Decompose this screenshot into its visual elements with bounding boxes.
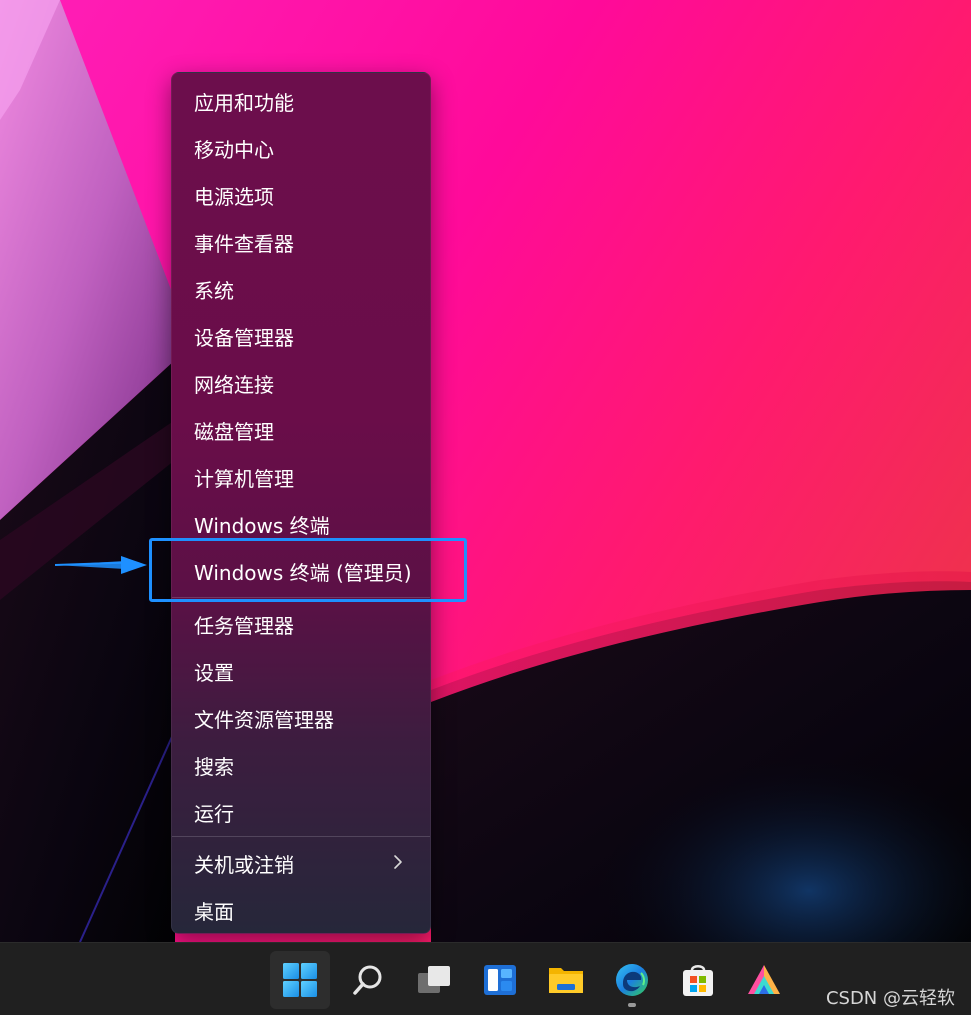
menu-item-label: 电源选项 <box>194 184 274 209</box>
menu-item-label: 移动中心 <box>194 137 274 162</box>
edge-button[interactable] <box>602 951 662 1009</box>
menu-item-label: 任务管理器 <box>194 613 294 638</box>
start-button[interactable] <box>270 951 330 1009</box>
menu-item-label: 应用和功能 <box>194 90 294 115</box>
menu-item-network-connections[interactable]: 网络连接 <box>172 361 430 405</box>
search-button[interactable] <box>338 951 398 1009</box>
task-view-button[interactable] <box>404 951 464 1009</box>
desktop-wallpaper <box>0 0 971 942</box>
menu-item-label: 磁盘管理 <box>194 419 274 444</box>
app-button[interactable] <box>734 951 794 1009</box>
menu-item-computer-management[interactable]: 计算机管理 <box>172 455 430 499</box>
menu-item-task-manager[interactable]: 任务管理器 <box>172 602 430 646</box>
widgets-button[interactable] <box>470 951 530 1009</box>
menu-item-label: 文件资源管理器 <box>194 707 334 732</box>
highlight-box <box>149 538 467 602</box>
menu-item-file-explorer[interactable]: 文件资源管理器 <box>172 696 430 740</box>
microsoft-store-icon <box>683 965 713 996</box>
app-icon <box>748 965 780 994</box>
task-view-icon <box>418 966 450 993</box>
menu-separator <box>172 836 430 837</box>
quick-link-context-menu: 应用和功能 移动中心 电源选项 事件查看器 系统 设备管理器 网络连接 磁盘管理… <box>171 72 431 934</box>
menu-item-label: 关机或注销 <box>194 852 294 877</box>
widgets-icon <box>484 965 516 995</box>
menu-item-apps-features[interactable]: 应用和功能 <box>172 79 430 123</box>
menu-item-label: 桌面 <box>194 899 234 924</box>
menu-item-settings[interactable]: 设置 <box>172 649 430 693</box>
pointer-arrow-icon <box>55 556 147 574</box>
watermark: CSDN @云轻软 <box>825 988 955 1009</box>
microsoft-store-button[interactable] <box>668 951 728 1009</box>
menu-item-label: 网络连接 <box>194 372 274 397</box>
file-explorer-button[interactable] <box>536 951 596 1009</box>
menu-item-label: 设置 <box>194 660 234 685</box>
menu-item-search[interactable]: 搜索 <box>172 743 430 787</box>
file-explorer-icon <box>549 968 583 993</box>
menu-item-label: 系统 <box>194 278 234 303</box>
menu-item-disk-management[interactable]: 磁盘管理 <box>172 408 430 452</box>
menu-item-run[interactable]: 运行 <box>172 790 430 834</box>
menu-item-power-options[interactable]: 电源选项 <box>172 173 430 217</box>
menu-item-shutdown-signout[interactable]: 关机或注销 <box>172 841 430 885</box>
chevron-right-icon <box>394 855 402 869</box>
menu-item-label: 设备管理器 <box>194 325 294 350</box>
menu-item-mobility-center[interactable]: 移动中心 <box>172 126 430 170</box>
menu-item-label: Windows 终端 <box>194 513 330 538</box>
menu-item-label: 计算机管理 <box>194 466 294 491</box>
menu-item-device-manager[interactable]: 设备管理器 <box>172 314 430 358</box>
menu-item-system[interactable]: 系统 <box>172 267 430 311</box>
running-indicator <box>628 1003 636 1007</box>
menu-item-desktop[interactable]: 桌面 <box>172 888 430 932</box>
desktop-screen: 应用和功能 移动中心 电源选项 事件查看器 系统 设备管理器 网络连接 磁盘管理… <box>0 0 971 1015</box>
menu-item-label: 运行 <box>194 801 234 826</box>
taskbar: CSDN @云轻软 <box>0 942 971 1015</box>
menu-item-label: 事件查看器 <box>194 231 294 256</box>
edge-icon <box>616 964 648 996</box>
menu-item-event-viewer[interactable]: 事件查看器 <box>172 220 430 264</box>
menu-item-label: 搜索 <box>194 754 234 779</box>
search-icon <box>353 965 382 995</box>
start-icon <box>283 963 317 997</box>
